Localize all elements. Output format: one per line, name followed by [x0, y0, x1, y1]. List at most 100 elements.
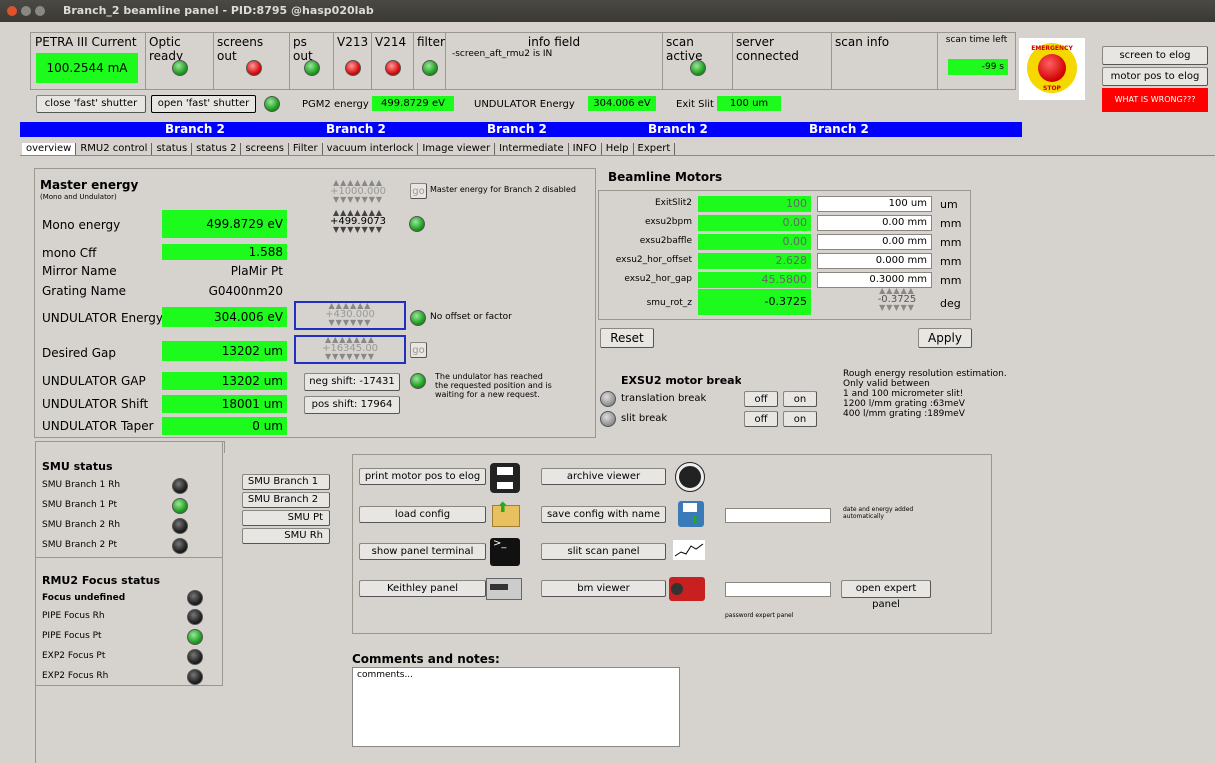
branch-label: Branch 2: [809, 122, 869, 136]
motor-unit-label: mm: [940, 255, 962, 268]
keithley-panel-button[interactable]: Keithley panel: [359, 580, 486, 597]
config-name-input[interactable]: [725, 508, 831, 523]
translation-break-off-button[interactable]: off: [744, 391, 778, 407]
tab-intermediate[interactable]: Intermediate: [495, 143, 569, 155]
desired-gap-spinner[interactable]: ▲▲▲▲▲▲▲ +16345.00 ▼▼▼▼▼▼▼: [294, 335, 406, 364]
smu-select-button[interactable]: SMU Branch 1: [242, 474, 330, 490]
grating-name-label: Grating Name: [42, 284, 127, 298]
smu-select-button[interactable]: SMU Pt: [242, 510, 330, 526]
motor-pos-to-elog-button[interactable]: motor pos to elog: [1102, 67, 1208, 86]
gap-go-button[interactable]: go: [410, 342, 427, 358]
translation-break-label: translation break: [621, 393, 707, 404]
v213-cell: V213: [334, 33, 372, 89]
reset-button[interactable]: Reset: [600, 328, 654, 348]
translation-break-on-button[interactable]: on: [783, 391, 817, 407]
tab-vacuum-interlock[interactable]: vacuum interlock: [323, 143, 419, 155]
smu-rot-z-spinner[interactable]: ▲▲▲▲▲ -0.3725 ▼▼▼▼▼: [864, 287, 930, 312]
print-motor-pos-button[interactable]: print motor pos to elog: [359, 468, 486, 485]
smu-status-title: SMU status: [42, 460, 113, 473]
pgm2-label: PGM2 energy: [302, 99, 369, 110]
mono-energy-spinner[interactable]: ▲▲▲▲▲▲▲ +499.9073 ▼▼▼▼▼▼▼: [312, 209, 404, 234]
server-connected-label: server connected: [736, 35, 799, 63]
comments-textarea[interactable]: comments...: [352, 667, 680, 747]
master-setpoint-spinner[interactable]: ▲▲▲▲▲▲▲ +1000.000 ▼▼▼▼▼▼▼: [312, 179, 404, 204]
smu-select-button[interactable]: SMU Rh: [242, 528, 330, 544]
close-shutter-button[interactable]: close 'fast' shutter: [36, 95, 146, 113]
focus-status-label: PIPE Focus Pt: [42, 631, 102, 641]
window-title: Branch_2 beamline panel - PID:8795 @hasp…: [63, 4, 374, 17]
translation-break-led: [600, 391, 616, 407]
tab-overview[interactable]: overview: [22, 143, 77, 155]
bm-viewer-button[interactable]: bm viewer: [541, 580, 666, 597]
desired-gap-value: 13202 um: [162, 341, 287, 361]
emergency-stop-button[interactable]: EMERGENCY STOP: [1019, 38, 1085, 100]
apply-button[interactable]: Apply: [918, 328, 972, 348]
what-is-wrong-button[interactable]: WHAT IS WRONG???: [1102, 88, 1208, 112]
resolution-line: 400 l/mm grating :189meV: [843, 409, 965, 419]
motor-name-label: exsu2_hor_gap: [624, 274, 692, 284]
branch-banner: Branch 2 Branch 2 Branch 2 Branch 2 Bran…: [20, 122, 1022, 137]
tab-image-viewer[interactable]: Image viewer: [418, 143, 496, 155]
smu-status-label: SMU Branch 2 Rh: [42, 520, 121, 530]
resolution-line: 1200 l/mm grating :63meV: [843, 399, 965, 409]
neg-shift-button[interactable]: neg shift: -17431: [304, 373, 400, 391]
minimize-window-icon[interactable]: [21, 6, 31, 16]
password-label: password expert panel: [725, 612, 794, 619]
motor-unit-label: mm: [940, 274, 962, 287]
focus-status-led: [187, 649, 203, 665]
maximize-window-icon[interactable]: [35, 6, 45, 16]
motor-name-label: ExitSlit2: [654, 198, 692, 208]
motor-setpoint-input[interactable]: 100 um: [817, 196, 932, 212]
slit-break-led: [600, 411, 616, 427]
archive-viewer-button[interactable]: archive viewer: [541, 468, 666, 485]
focus-status-label: EXP2 Focus Rh: [42, 671, 109, 681]
tab-help[interactable]: Help: [602, 143, 634, 155]
expert-password-input[interactable]: [725, 582, 831, 597]
undulator-energy-spinner[interactable]: ▲▲▲▲▲▲ +430.000 ▼▼▼▼▼▼: [294, 301, 406, 330]
scan-active-label: scan active: [666, 35, 703, 63]
pgm2-value: 499.8729 eV: [372, 96, 454, 111]
motor-setpoint-input[interactable]: 0.00 mm: [817, 234, 932, 250]
tab-filter[interactable]: Filter: [289, 143, 323, 155]
motor-setpoint-input[interactable]: 0.3000 mm: [817, 272, 932, 288]
mono-energy-value: 499.8729 eV: [162, 210, 287, 238]
tab-info[interactable]: INFO: [569, 143, 602, 155]
pos-shift-button[interactable]: pos shift: 17964: [304, 396, 400, 414]
terminal-icon: >_: [490, 538, 520, 566]
screens-out-cell: screens out: [214, 33, 290, 89]
filter-cell: filter: [414, 33, 446, 89]
focus-divider: [35, 557, 223, 558]
open-shutter-button[interactable]: open 'fast' shutter: [151, 95, 256, 113]
close-window-icon[interactable]: [7, 6, 17, 16]
optic-ready-label: Optic ready: [149, 35, 184, 63]
info-field-label: info field: [527, 35, 581, 49]
open-expert-panel-button[interactable]: open expert panel: [841, 580, 931, 610]
smu-select-button[interactable]: SMU Branch 2: [242, 492, 330, 508]
info-field-text: -screen_aft_rmu2 is IN: [452, 49, 553, 59]
smu-rot-z-unit: deg: [940, 297, 961, 310]
load-config-button[interactable]: load config: [359, 506, 486, 523]
resolution-line: Only valid between: [843, 379, 930, 389]
slit-break-on-button[interactable]: on: [783, 411, 817, 427]
undulator-energy-label: UNDULATOR Energy: [474, 99, 575, 110]
motor-name-label: exsu2baffle: [639, 236, 692, 246]
save-config-button[interactable]: save config with name: [541, 506, 666, 523]
shutter-led: [264, 96, 280, 112]
comments-title: Comments and notes:: [352, 652, 500, 666]
motor-setpoint-input[interactable]: 0.000 mm: [817, 253, 932, 269]
motor-readback-value: 2.628: [698, 253, 811, 269]
undulator-shift-label: UNDULATOR Shift: [42, 397, 149, 411]
tab-status-2[interactable]: status 2: [192, 143, 242, 155]
branch-label: Branch 2: [326, 122, 386, 136]
slit-break-off-button[interactable]: off: [744, 411, 778, 427]
tab-rmu2-control[interactable]: RMU2 control: [76, 143, 153, 155]
master-go-button[interactable]: go: [410, 183, 427, 199]
tab-screens[interactable]: screens: [241, 143, 289, 155]
slit-scan-button[interactable]: slit scan panel: [541, 543, 666, 560]
tab-expert[interactable]: Expert: [634, 143, 676, 155]
show-terminal-button[interactable]: show panel terminal: [359, 543, 486, 560]
screen-to-elog-button[interactable]: screen to elog: [1102, 46, 1208, 65]
tab-status[interactable]: status: [152, 143, 193, 155]
tab-divider: [20, 155, 1215, 156]
motor-setpoint-input[interactable]: 0.00 mm: [817, 215, 932, 231]
